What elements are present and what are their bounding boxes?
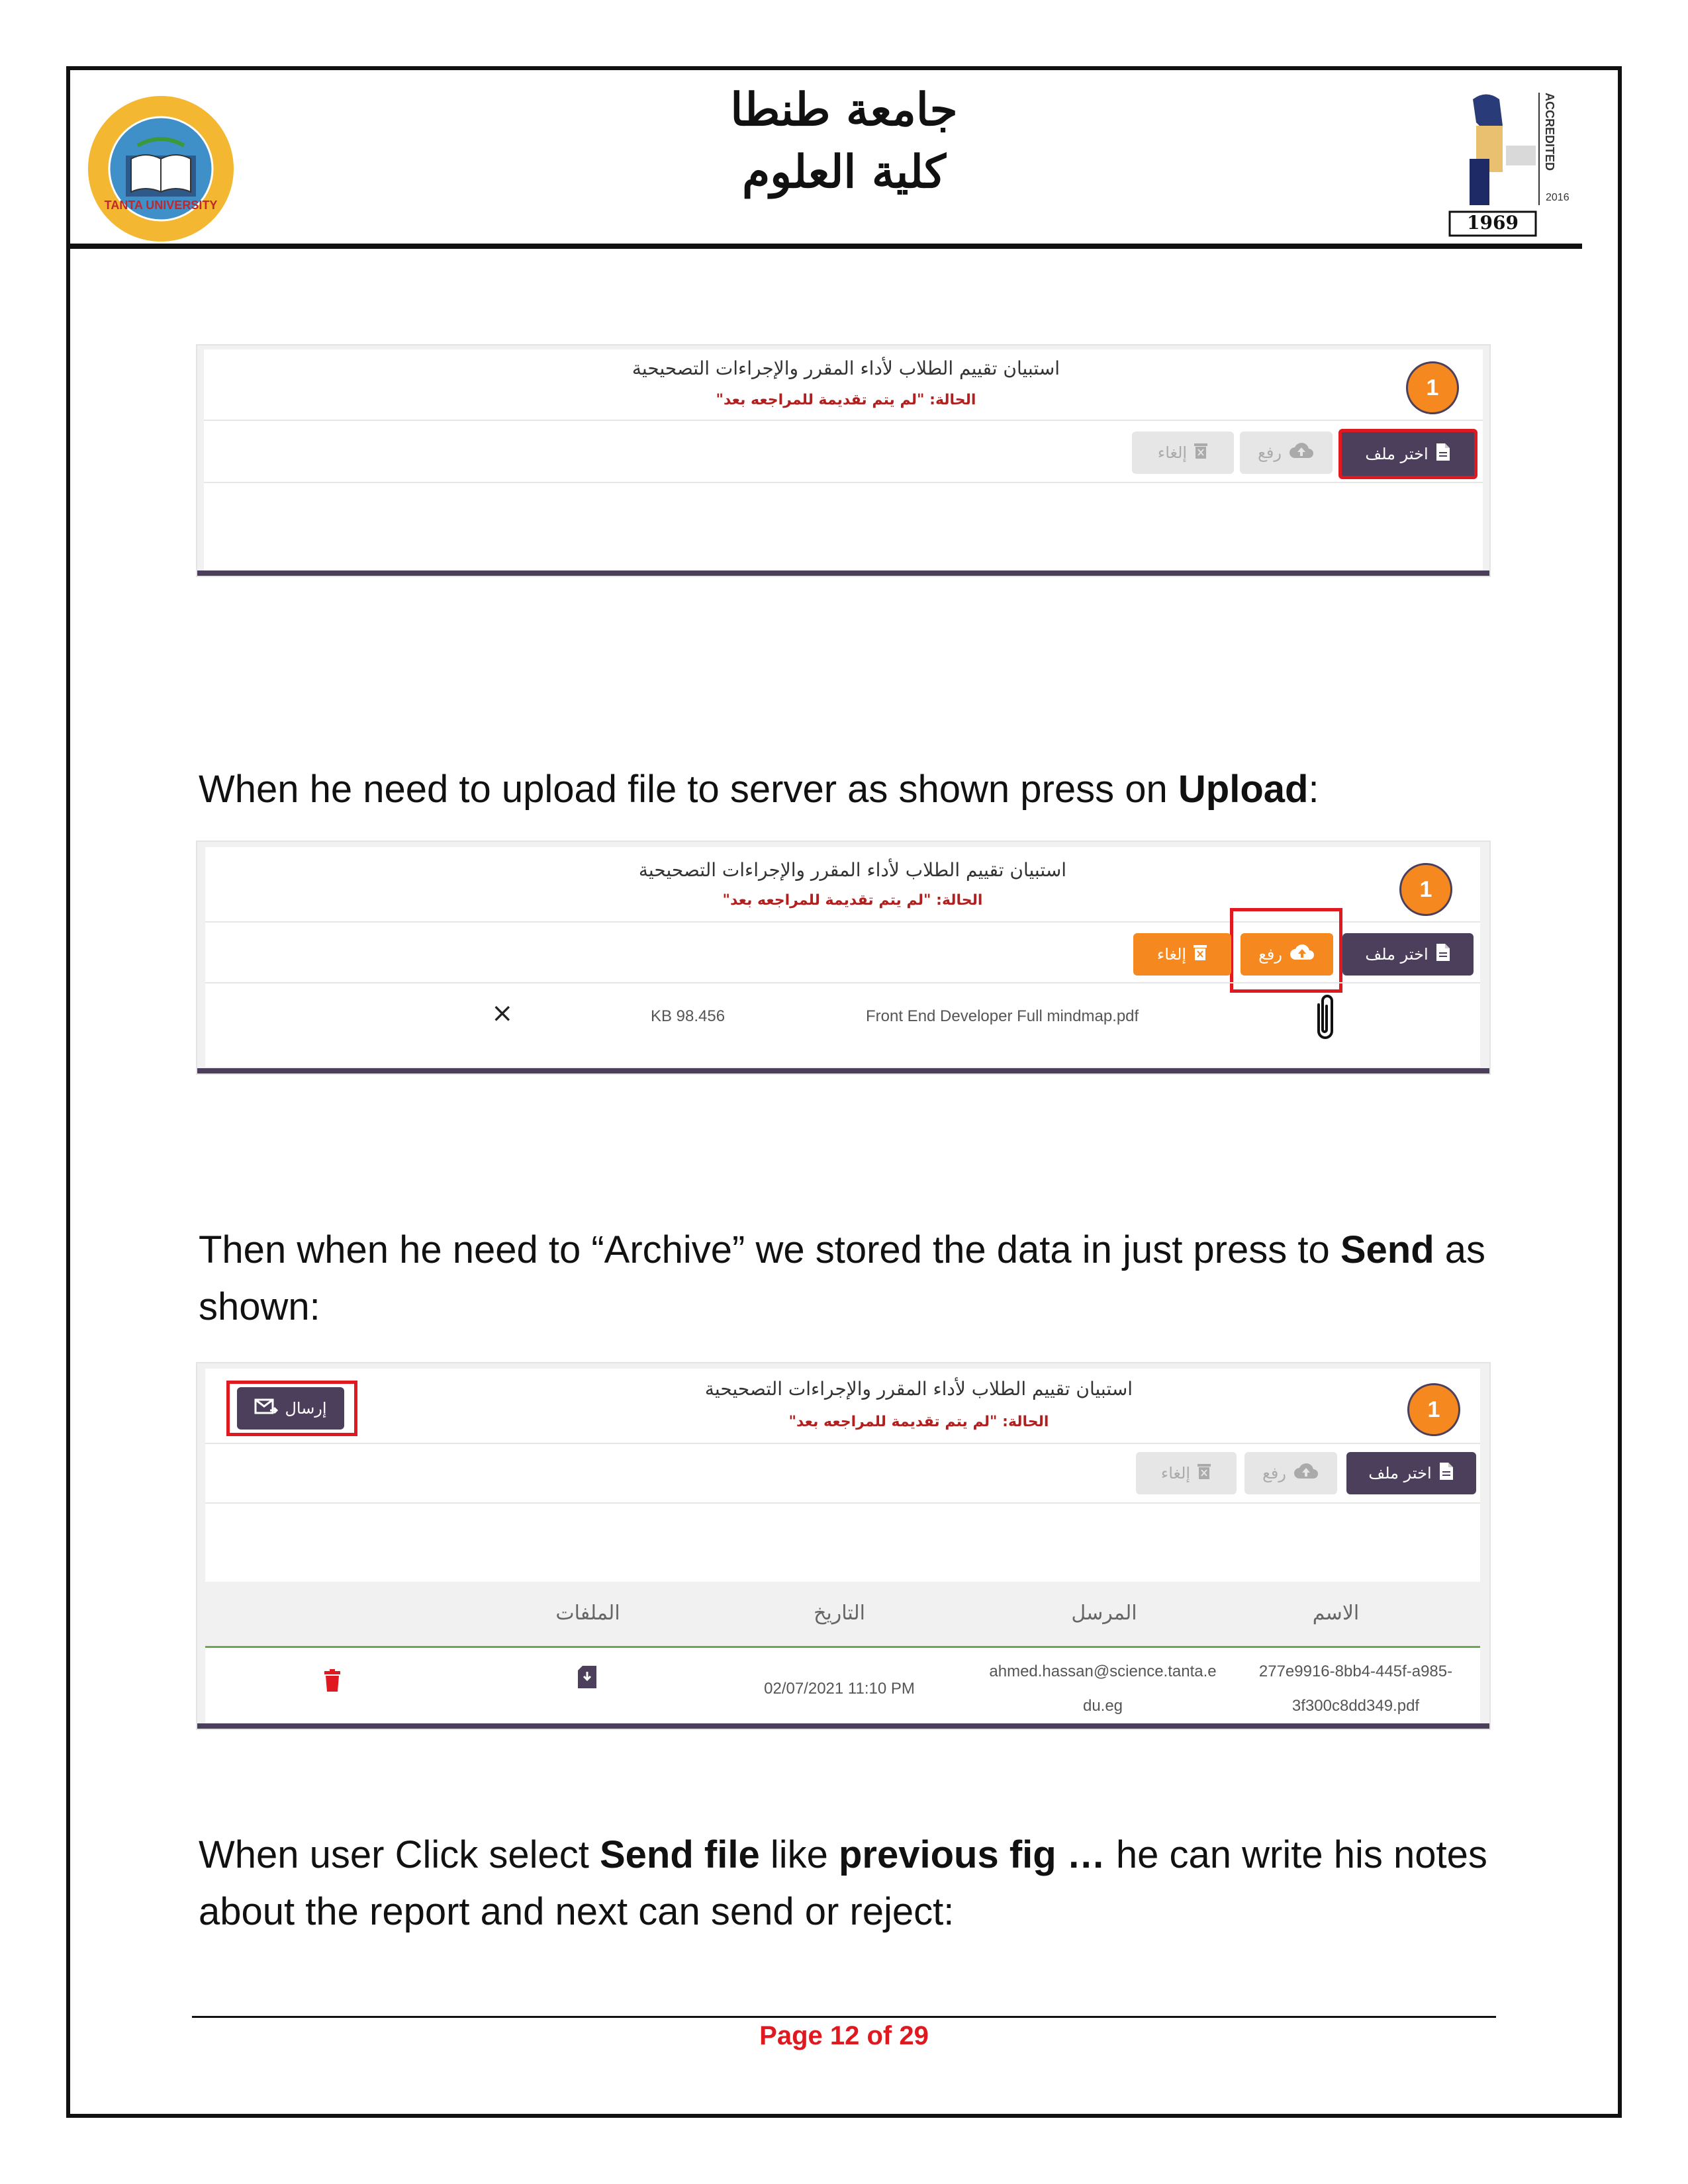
divider — [205, 1443, 1480, 1444]
trash-icon — [1193, 944, 1207, 965]
footer-rule — [192, 2016, 1496, 2018]
column-name: الاسم — [1312, 1602, 1360, 1625]
file-icon — [1435, 443, 1451, 465]
cancel-button[interactable]: إلغاء — [1133, 933, 1231, 976]
faculty-name: كلية العلوم — [742, 146, 946, 199]
row-sender: ahmed.hassan@science.tanta.e du.eg — [970, 1655, 1235, 1723]
left-logo-caption: TANTA UNIVERSITY — [104, 199, 218, 212]
status-value: "لم يتم تقديمة للمراجعه بعد" — [788, 1414, 998, 1430]
column-sender: المرسل — [1071, 1602, 1137, 1625]
status-value: "لم يتم تقديمة للمراجعه بعد" — [722, 892, 931, 909]
upload-highlight-box — [1230, 908, 1342, 993]
choose-file-button[interactable]: اختر ملف — [1342, 933, 1474, 976]
choose-file-label: اختر ملف — [1368, 1464, 1432, 1482]
header-rule — [70, 244, 1582, 249]
status-label: الحالة: — [1002, 1414, 1049, 1430]
file-icon — [1438, 1462, 1454, 1484]
upload-button[interactable]: رفع — [1240, 432, 1333, 474]
choose-file-label: اختر ملف — [1365, 445, 1429, 463]
step-badge: 1 — [1407, 1383, 1460, 1436]
divider — [204, 482, 1483, 483]
paragraph-archive: Then when he need to “Archive” we stored… — [199, 1228, 1486, 1328]
download-file-icon[interactable] — [577, 1665, 597, 1689]
choose-file-button[interactable]: اختر ملف — [1346, 1452, 1476, 1494]
cancel-button[interactable]: إلغاء — [1136, 1452, 1237, 1494]
year-small-label: 2016 — [1546, 192, 1570, 203]
row-name: 277e9916-8bb4-445f-a985- 3f300c8dd349.pd… — [1230, 1655, 1481, 1723]
tanta-university-logo — [85, 93, 237, 245]
screenshot-3: 1 استبيان تقييم الطلاب لأداء المقرر والإ… — [197, 1363, 1489, 1729]
trash-icon — [1197, 1463, 1211, 1484]
university-name: جامعة طنطا — [730, 83, 958, 136]
cloud-upload-icon — [1293, 1463, 1319, 1484]
trash-icon — [1194, 442, 1208, 463]
column-date: التاريخ — [814, 1602, 865, 1625]
form-status: الحالة: "لم يتم تقديمة للمراجعه بعد" — [522, 892, 1184, 909]
step-badge: 1 — [1399, 863, 1452, 916]
form-title: استبيان تقييم الطلاب لأداء المقرر والإجر… — [638, 859, 1067, 881]
year-label: 1969 — [1467, 212, 1519, 234]
file-size: KB 98.456 — [651, 1007, 726, 1025]
status-label: الحالة: — [936, 892, 983, 909]
upload-button[interactable]: رفع — [1244, 1452, 1337, 1494]
form-status: الحالة: "لم يتم تقديمة للمراجعه بعد" — [515, 392, 1177, 408]
form-title: استبيان تقييم الطلاب لأداء المقرر والإجر… — [632, 357, 1060, 379]
file-icon — [1435, 943, 1451, 966]
cancel-label: إلغاء — [1156, 945, 1187, 964]
row-name-line2: 3f300c8dd349.pdf — [1291, 1697, 1420, 1715]
accredited-label: ACCREDITED — [1543, 93, 1556, 171]
screenshot-2: 1 استبيان تقييم الطلاب لأداء المقرر والإ… — [197, 842, 1489, 1073]
column-files: الملفات — [555, 1602, 620, 1625]
divider — [205, 1502, 1480, 1504]
status-value: "لم يتم تقديمة للمراجعه بعد" — [716, 392, 925, 408]
form-title: استبيان تقييم الطلاب لأداء المقرر والإجر… — [704, 1378, 1133, 1400]
screenshot-1: 1 استبيان تقييم الطلاب لأداء المقرر والإ… — [197, 345, 1489, 576]
step-badge: 1 — [1406, 361, 1459, 414]
paragraph-send-file: When user Click select Send file like pr… — [199, 1833, 1487, 1933]
cancel-label: إلغاء — [1157, 443, 1188, 462]
divider — [204, 420, 1483, 421]
remove-file-button[interactable]: × — [491, 998, 514, 1028]
cancel-label: إلغاء — [1160, 1464, 1191, 1482]
choose-file-button[interactable]: اختر ملف — [1338, 429, 1477, 479]
upload-label: رفع — [1258, 443, 1282, 462]
file-name: Front End Developer Full mindmap.pdf — [866, 1007, 1139, 1025]
cloud-upload-icon — [1288, 442, 1315, 463]
row-name-line1: 277e9916-8bb4-445f-a985- — [1258, 1662, 1453, 1680]
row-date: 02/07/2021 11:10 PM — [764, 1680, 915, 1698]
page-number: Page 12 of 29 — [759, 2021, 929, 2050]
divider — [205, 982, 1480, 983]
paperclip-icon — [1311, 991, 1340, 1044]
status-label: الحالة: — [929, 392, 976, 408]
paragraph-upload: When he need to upload file to server as… — [199, 768, 1319, 811]
row-sender-line1: ahmed.hassan@science.tanta.e — [989, 1662, 1217, 1680]
form-status: الحالة: "لم يتم تقديمة للمراجعه بعد" — [588, 1414, 1250, 1430]
choose-file-label: اختر ملف — [1365, 945, 1429, 964]
upload-label: رفع — [1262, 1464, 1286, 1482]
cancel-button[interactable]: إلغاء — [1132, 432, 1234, 474]
send-highlight-box — [226, 1381, 357, 1436]
row-sender-line2: du.eg — [1082, 1697, 1123, 1715]
delete-icon[interactable] — [323, 1669, 342, 1692]
